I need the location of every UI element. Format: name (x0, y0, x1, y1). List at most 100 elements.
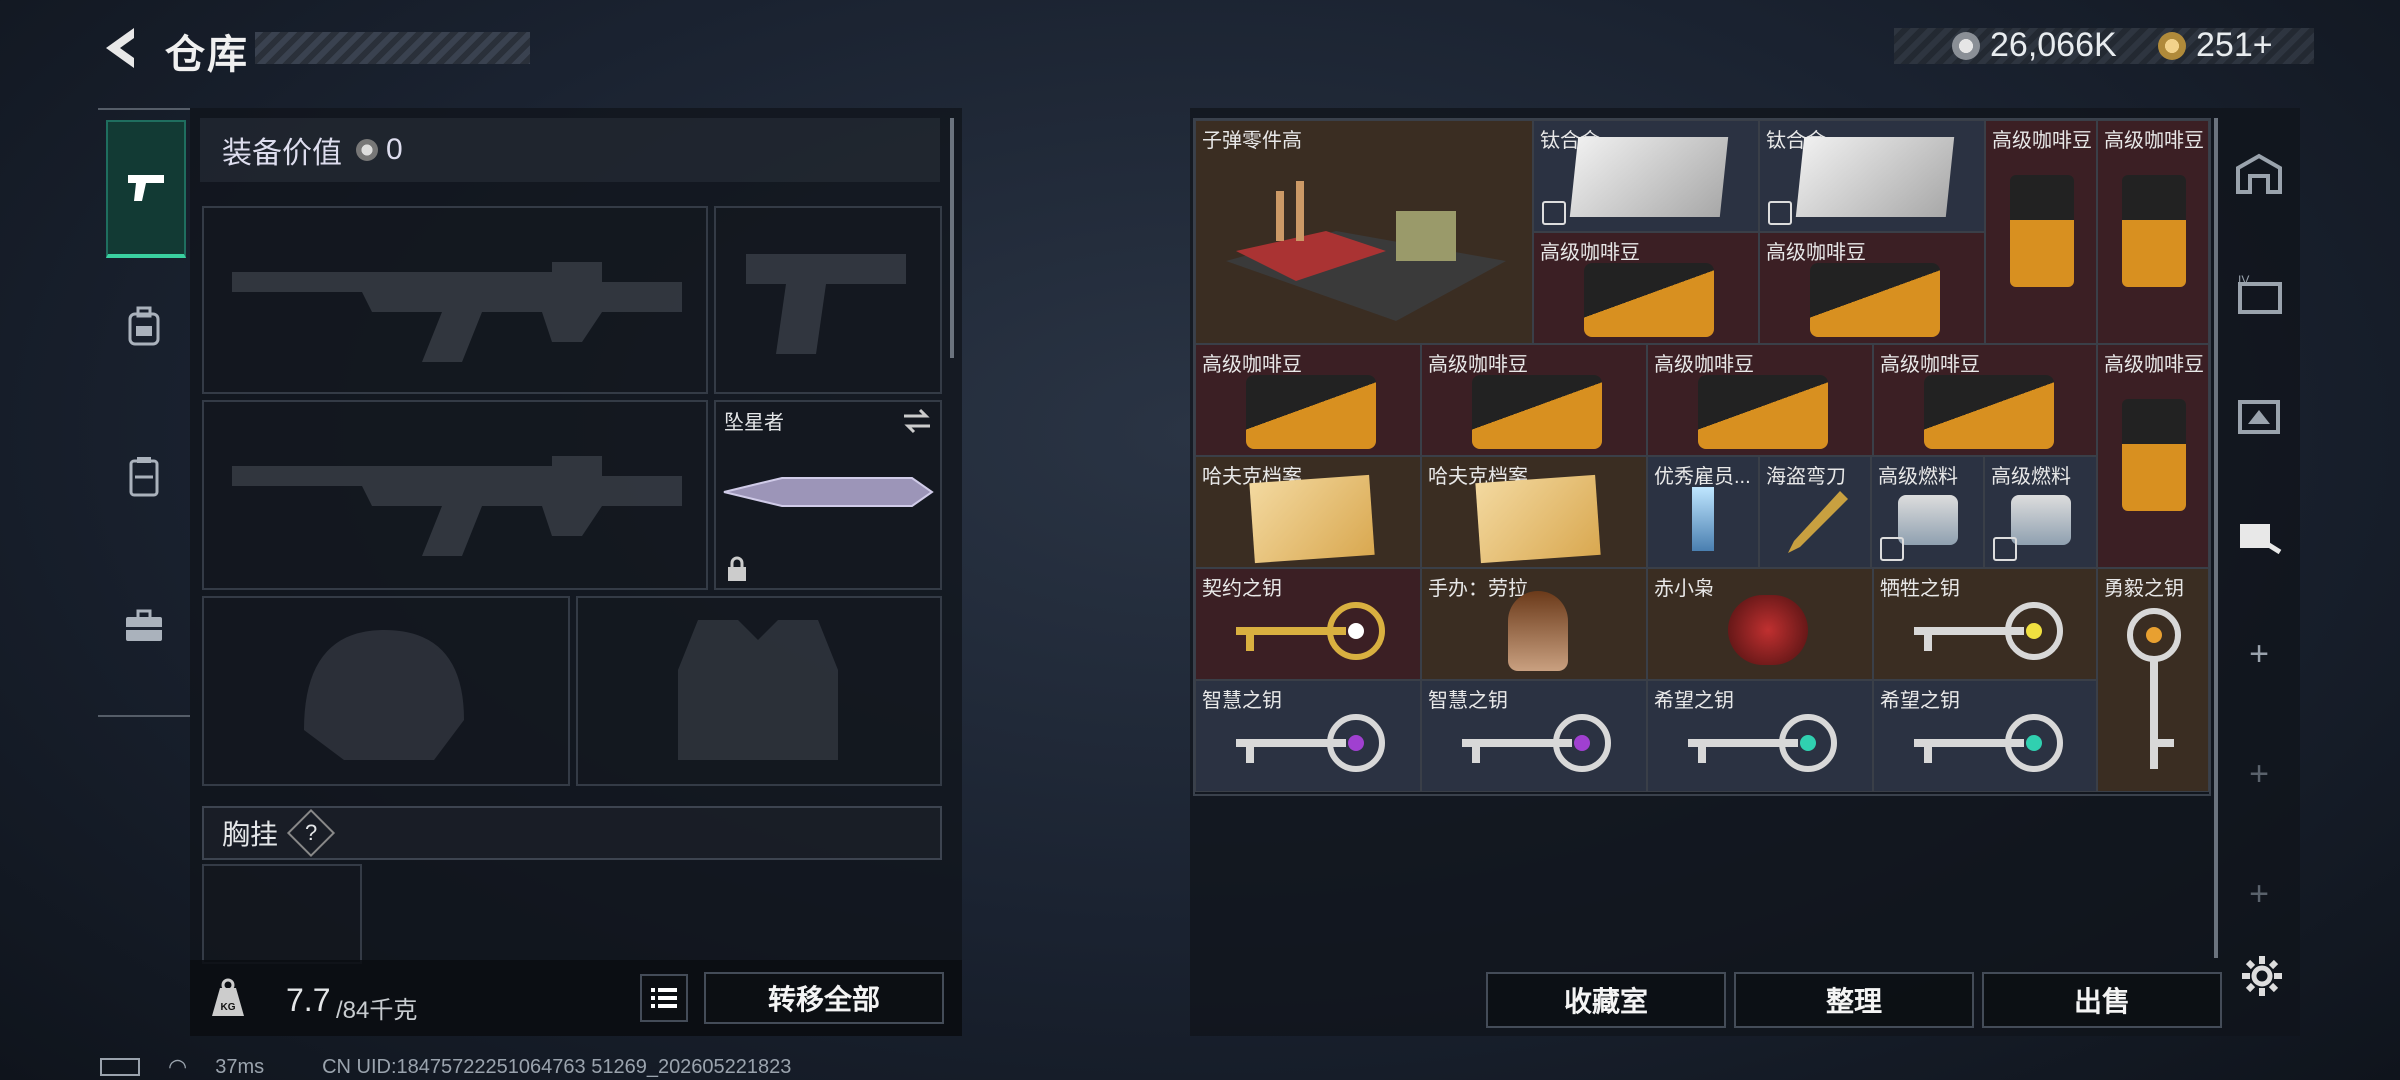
melee-name: 坠星者 (724, 412, 784, 434)
item-cell[interactable]: 钛合金 (1533, 120, 1759, 232)
item-name: 高级咖啡豆 (1540, 242, 1640, 264)
tab-storage-4[interactable]: IV (2218, 238, 2300, 350)
item-name: 高级咖啡豆 (1428, 354, 1528, 376)
storage-tabs: IV + + + (2218, 118, 2300, 958)
item-name: 子弹零件高 (1202, 130, 1302, 152)
item-cell[interactable]: 子弹零件高 (1195, 120, 1533, 344)
currency-triangle-coin: 251+ (2158, 26, 2273, 65)
item-cell[interactable]: 勇毅之钥 (2097, 568, 2209, 792)
tab-storage-2[interactable] (2218, 478, 2300, 590)
collection-room-button[interactable]: 收藏室 (1486, 972, 1726, 1028)
tab-case[interactable] (106, 560, 182, 692)
sort-button[interactable]: 整理 (1734, 972, 1974, 1028)
page-title: 仓库 (165, 33, 249, 77)
item-name: 优秀雇员... (1654, 466, 1751, 488)
item-cell[interactable]: 高级咖啡豆 (1985, 120, 2097, 344)
armor-silhouette-icon (678, 620, 838, 760)
item-cell[interactable]: 赤小枭 (1647, 568, 1873, 680)
svg-text:IV: IV (2238, 273, 2249, 287)
vest-icon (129, 457, 159, 497)
coffee-beans-bag-icon (2122, 399, 2186, 511)
item-cell[interactable]: 希望之钥 (1647, 680, 1873, 792)
silver-key-icon (1688, 714, 1837, 772)
item-cell[interactable]: 高级咖啡豆 (1873, 344, 2097, 456)
item-cell[interactable]: 高级咖啡豆 (1533, 232, 1759, 344)
item-name: 赤小枭 (1654, 578, 1714, 600)
item-cell[interactable]: 手办：劳拉 (1421, 568, 1647, 680)
item-cell[interactable]: 优秀雇员... (1647, 456, 1759, 568)
golden-key-icon (1236, 602, 1385, 660)
armor-slot[interactable] (576, 596, 942, 786)
equipment-value: 0 (386, 133, 403, 166)
pistol-silhouette-icon (746, 254, 906, 354)
item-name: 高级燃料 (1991, 466, 2071, 488)
item-cell[interactable]: 智慧之钥 (1195, 680, 1421, 792)
chest-rig-header: 胸挂 ? (202, 806, 942, 860)
figure-lara-icon (1508, 591, 1568, 671)
warehouse-icon (2236, 153, 2282, 194)
silver-key-icon (1914, 714, 2063, 772)
tab-storage-main[interactable] (2218, 118, 2300, 230)
transfer-all-button[interactable]: 转移全部 (704, 972, 944, 1024)
item-cell[interactable]: 智慧之钥 (1421, 680, 1647, 792)
secondary-weapon-slot[interactable] (202, 400, 708, 590)
add-storage-button[interactable]: + (2218, 598, 2300, 710)
settings-gear-icon[interactable] (2240, 954, 2284, 998)
weight-bar: KG 7.7 /84千克 转移全部 (190, 960, 962, 1036)
rifle-silhouette-icon (232, 262, 682, 362)
item-name: 高级燃料 (1878, 466, 1958, 488)
briefcase-icon (126, 609, 162, 641)
item-cell[interactable]: 高级咖啡豆 (1421, 344, 1647, 456)
item-cell[interactable]: 海盗弯刀 (1759, 456, 1871, 568)
svg-text:KG: KG (221, 1002, 236, 1013)
tab-weapons[interactable] (106, 120, 186, 258)
item-cell[interactable]: 哈夫克档案 (1421, 456, 1647, 568)
item-cell[interactable]: 高级咖啡豆 (1647, 344, 1873, 456)
no-trade-icon (1993, 537, 2017, 561)
haf-coin-icon (356, 139, 378, 161)
primary-weapon-slot[interactable] (202, 206, 708, 394)
ping-value: 37ms (215, 1055, 265, 1078)
tab-backpack[interactable] (106, 260, 182, 392)
silver-key-icon (1236, 714, 1385, 772)
item-cell[interactable]: 高级咖啡豆 (1195, 344, 1421, 456)
item-cell[interactable]: 高级咖啡豆 (2097, 344, 2209, 568)
melee-slot[interactable]: 坠星者 (714, 400, 942, 590)
titanium-ingot-icon (1795, 137, 1955, 217)
haf-coin-icon (1952, 31, 1980, 60)
item-cell[interactable]: 钛合金 (1759, 120, 1985, 232)
sell-button[interactable]: 出售 (1982, 972, 2222, 1028)
equipment-value-bar: 装备价值 0 (200, 118, 940, 182)
back-arrow-icon[interactable] (96, 22, 148, 74)
swap-icon[interactable] (902, 408, 932, 434)
item-cell[interactable]: 高级咖啡豆 (1759, 232, 1985, 344)
helmet-silhouette-icon (304, 630, 464, 760)
item-cell[interactable]: 哈夫克档案 (1195, 456, 1421, 568)
item-cell[interactable]: 高级咖啡豆 (2097, 120, 2209, 344)
coffee-beans-bag-icon (2010, 175, 2074, 287)
no-trade-icon (1880, 537, 1904, 561)
item-cell[interactable]: 高级燃料 (1984, 456, 2097, 568)
list-view-button[interactable] (640, 974, 688, 1022)
currency-haf-value: 26,066K (1990, 26, 2117, 64)
figure-owl-icon (1728, 595, 1808, 665)
machete-icon (1788, 491, 1848, 553)
pistol-slot[interactable] (714, 206, 942, 394)
item-cell[interactable]: 希望之钥 (1873, 680, 2097, 792)
tab-storage-3[interactable] (2218, 358, 2300, 470)
coffee-beans-bag-icon (1810, 263, 1940, 337)
wifi-icon: ◠ (168, 1054, 188, 1079)
coffee-beans-bag-icon (1584, 263, 1714, 337)
helmet-slot[interactable] (202, 596, 570, 786)
item-name: 高级咖啡豆 (1992, 130, 2092, 152)
item-cell[interactable]: 牺牲之钥 (1873, 568, 2097, 680)
item-cell[interactable]: 高级燃料 (1871, 456, 1984, 568)
chest-rig-slot[interactable] (202, 864, 362, 964)
item-cell[interactable]: 契约之钥 (1195, 568, 1421, 680)
tab-vest[interactable] (106, 410, 182, 542)
weight-max: /84千克 (336, 997, 418, 1024)
help-icon[interactable]: ? (286, 808, 336, 858)
scrollbar[interactable] (950, 118, 954, 358)
pistol-icon (128, 175, 164, 201)
coffee-beans-bag-icon (1698, 375, 1828, 449)
